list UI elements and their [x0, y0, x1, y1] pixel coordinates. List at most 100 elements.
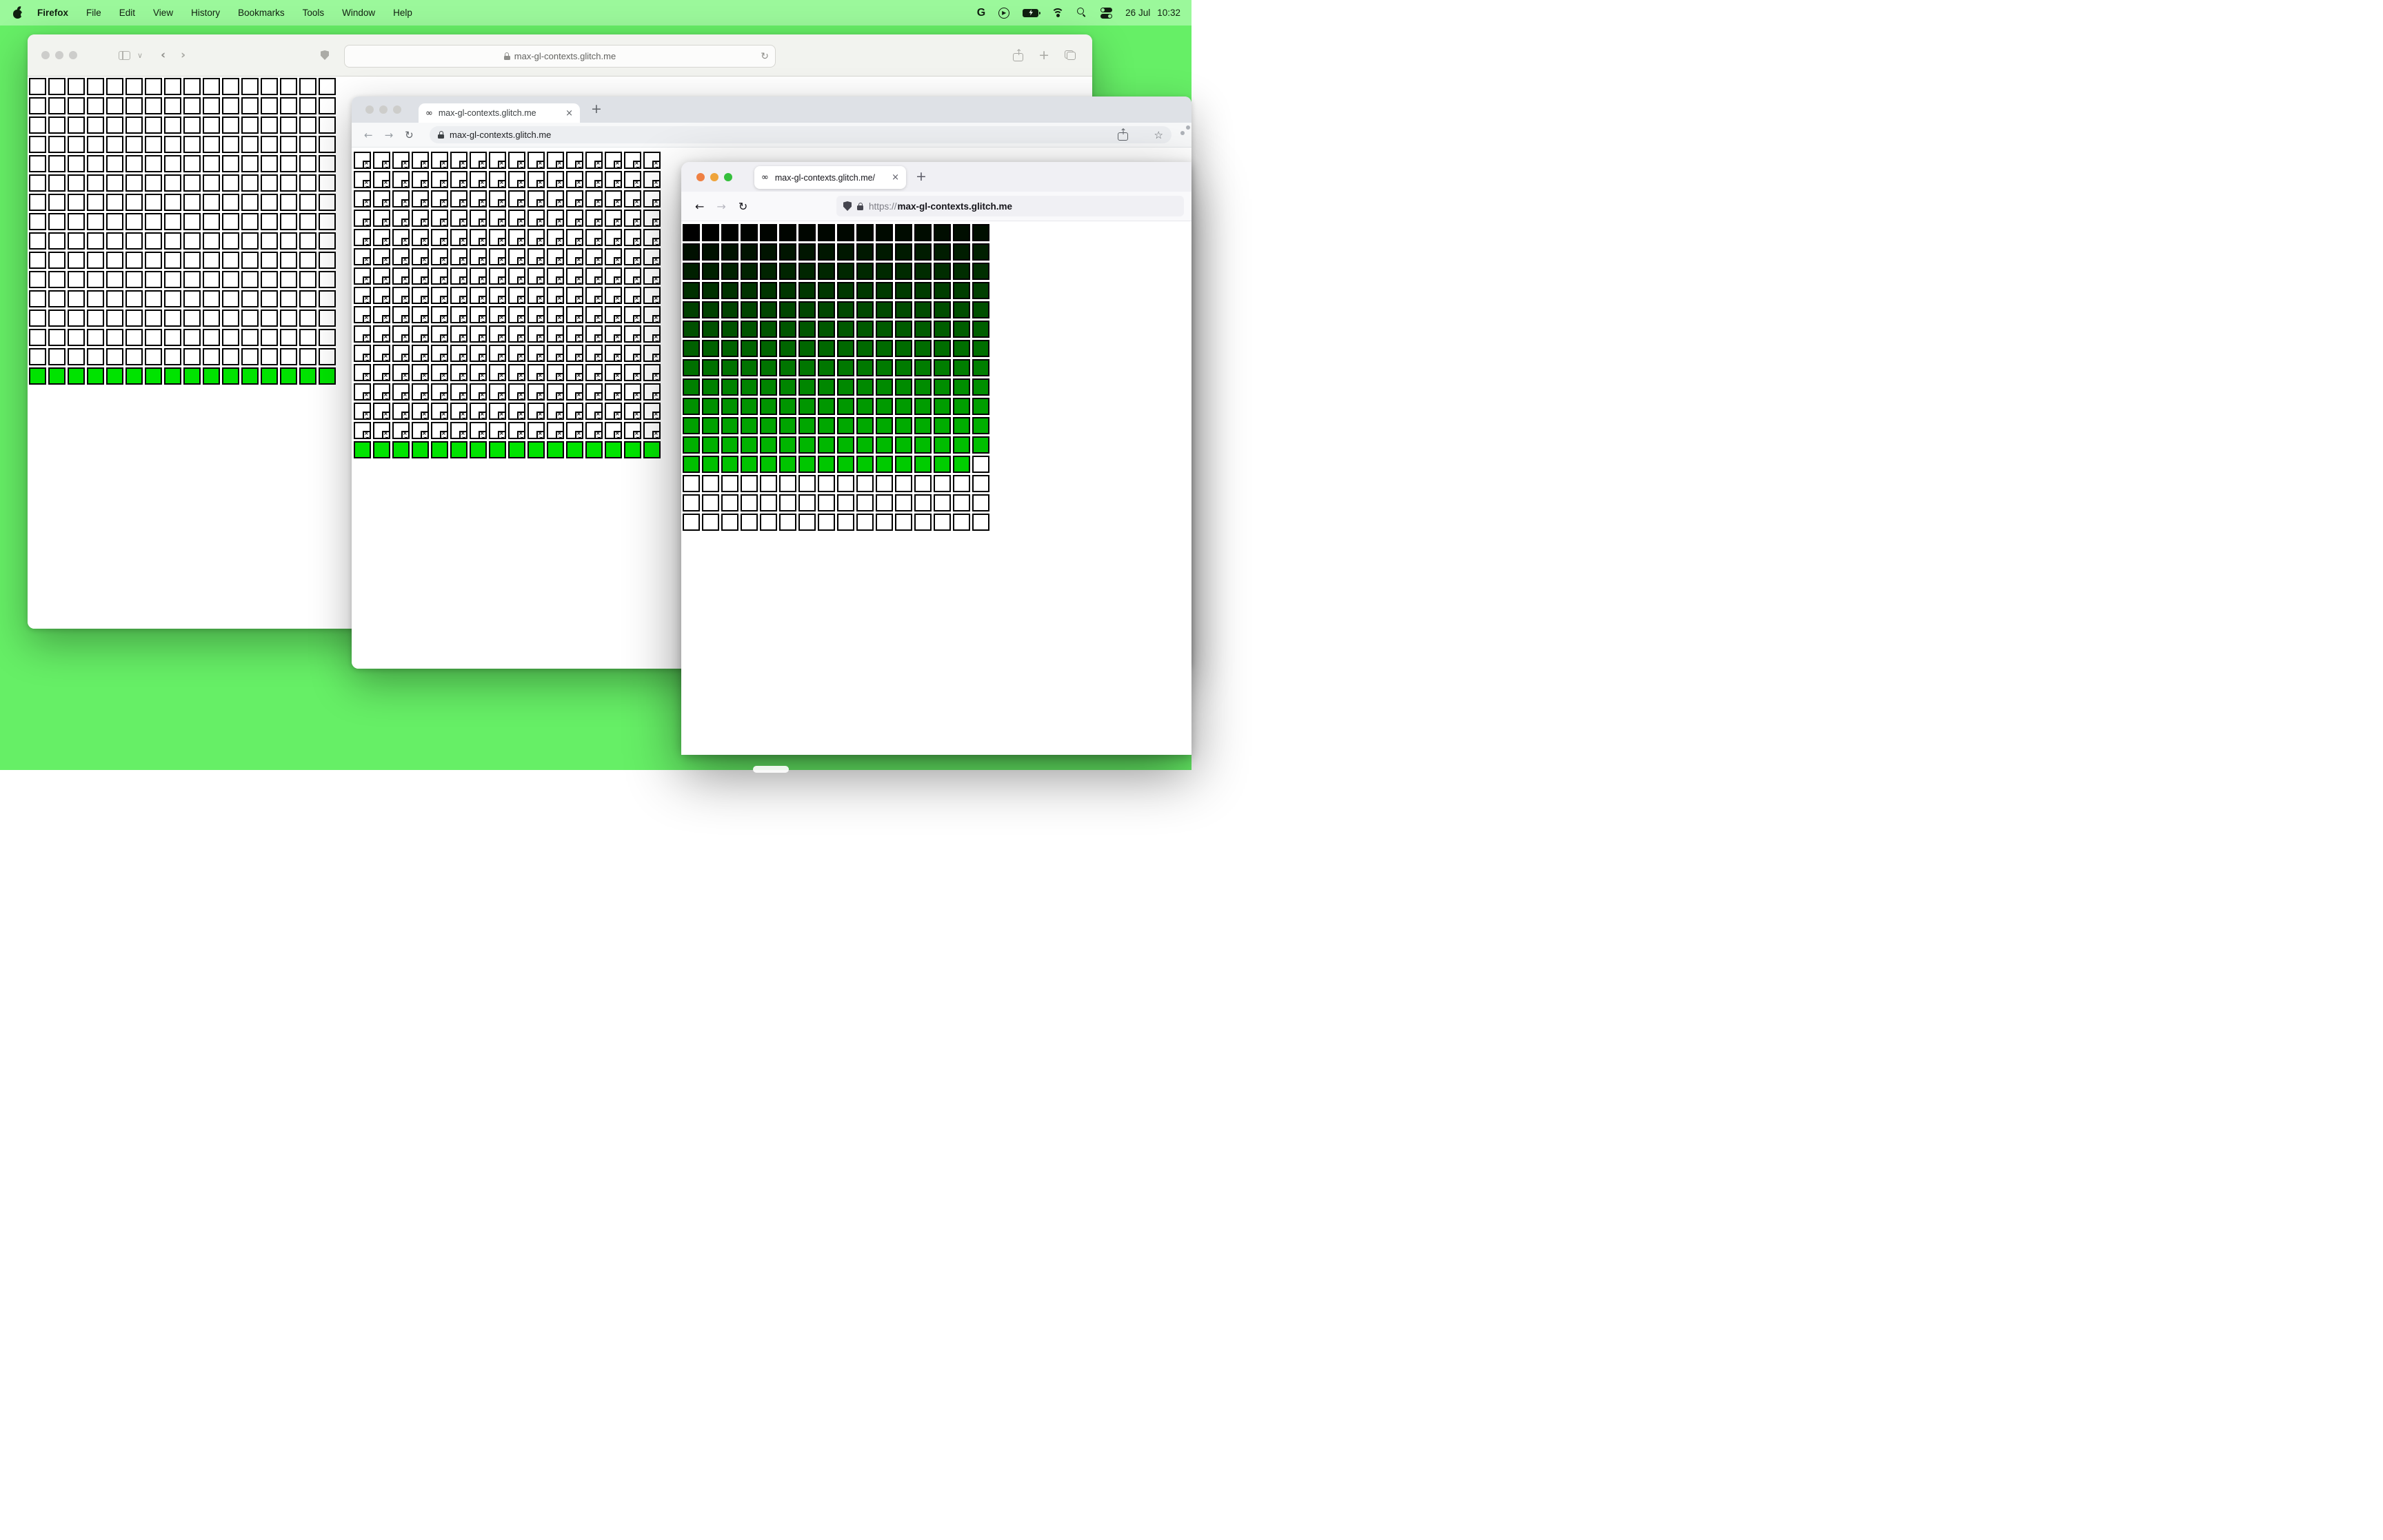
- gl-canvas-cell: [164, 290, 181, 307]
- menu-app-name[interactable]: Firefox: [28, 8, 77, 18]
- menu-item-help[interactable]: Help: [384, 8, 421, 18]
- broken-image-icon: ×: [517, 392, 525, 401]
- bookmark-star-icon[interactable]: ☆: [1154, 129, 1163, 141]
- back-button[interactable]: ‹: [161, 49, 165, 61]
- wifi-icon[interactable]: [1052, 8, 1065, 17]
- broken-image-icon: ×: [575, 238, 583, 246]
- menu-item-tools[interactable]: Tools: [294, 8, 334, 18]
- new-tab-button[interactable]: +: [591, 103, 602, 116]
- gl-canvas-cell: [299, 116, 316, 134]
- chrome-address-bar[interactable]: max-gl-contexts.glitch.me ↑ ☆: [430, 126, 1172, 143]
- gl-canvas-cell: [299, 136, 316, 153]
- gl-canvas-cell: [953, 243, 970, 261]
- gl-canvas-cell: ×: [373, 287, 390, 304]
- gl-canvas-cell: [934, 340, 951, 357]
- gl-canvas-cell: [203, 116, 220, 134]
- back-button[interactable]: ←: [364, 129, 373, 141]
- chevron-down-icon[interactable]: ∨: [137, 52, 143, 59]
- close-button[interactable]: [365, 105, 374, 114]
- reload-icon[interactable]: ↻: [761, 51, 769, 62]
- new-tab-button[interactable]: +: [916, 170, 927, 183]
- minimize-button[interactable]: [379, 105, 388, 114]
- forward-button[interactable]: →: [385, 129, 394, 141]
- chrome-tab-strip[interactable]: ∞ max-gl-contexts.glitch.me × +: [352, 97, 1192, 123]
- gl-canvas-cell: ×: [373, 403, 390, 420]
- battery-icon[interactable]: [1023, 8, 1041, 17]
- menu-item-file[interactable]: File: [77, 8, 110, 18]
- gl-canvas-cell: ×: [354, 345, 371, 362]
- sidebar-toggle-icon[interactable]: [119, 50, 130, 60]
- gl-canvas-cell: ×: [643, 152, 661, 169]
- broken-image-icon: ×: [382, 315, 390, 323]
- chrome-tab[interactable]: ∞ max-gl-contexts.glitch.me ×: [419, 103, 580, 123]
- broken-image-icon: ×: [594, 219, 603, 227]
- gl-canvas-cell: [299, 290, 316, 307]
- apple-menu-icon[interactable]: [12, 6, 26, 19]
- reload-button[interactable]: ↻: [405, 129, 414, 141]
- gl-canvas-cell: [856, 263, 874, 280]
- close-button[interactable]: [696, 172, 705, 181]
- google-status-icon[interactable]: G: [977, 7, 985, 19]
- broken-image-icon: ×: [459, 257, 467, 265]
- gl-canvas-cell: ×: [566, 190, 583, 207]
- gl-canvas-cell: [373, 441, 390, 458]
- reload-button[interactable]: ↻: [738, 200, 747, 213]
- gl-canvas-cell: ×: [624, 287, 641, 304]
- gl-canvas-cell: ×: [508, 248, 525, 265]
- tab-overview-icon[interactable]: [1065, 50, 1076, 60]
- gl-canvas-cell: ×: [547, 403, 564, 420]
- menubar-clock[interactable]: 26 Jul 10:32: [1125, 8, 1180, 18]
- minimize-button[interactable]: [710, 172, 718, 181]
- broken-image-icon: ×: [575, 392, 583, 401]
- gl-canvas-cell: [299, 174, 316, 192]
- gl-canvas-cell: [721, 243, 738, 261]
- close-button[interactable]: [41, 51, 50, 59]
- gl-canvas-cell: [48, 329, 66, 346]
- broken-image-icon: ×: [614, 431, 622, 439]
- tab-close-icon[interactable]: ×: [565, 108, 573, 119]
- gl-canvas-cell: [450, 441, 467, 458]
- gl-canvas-cell: [876, 378, 893, 396]
- gl-canvas-cell: ×: [354, 287, 371, 304]
- firefox-address-bar[interactable]: https:// max-gl-contexts.glitch.me: [836, 196, 1184, 216]
- gl-canvas-cell: [222, 367, 239, 385]
- gl-canvas-cell: [934, 282, 951, 299]
- extensions-puzzle-icon[interactable]: [1183, 128, 1196, 141]
- zoom-button[interactable]: [393, 105, 401, 114]
- tab-close-icon[interactable]: ×: [892, 172, 899, 183]
- zoom-button[interactable]: [69, 51, 77, 59]
- share-icon[interactable]: ↑: [1013, 48, 1024, 61]
- broken-image-icon: ×: [614, 373, 622, 381]
- gl-canvas-cell: [222, 252, 239, 269]
- safari-toolbar[interactable]: ∨ ‹ › max-gl-contexts.glitch.me ↻ ↑ +: [28, 34, 1092, 77]
- back-button[interactable]: ←: [695, 200, 704, 213]
- forward-button[interactable]: ›: [181, 49, 185, 61]
- gl-canvas-cell: [261, 116, 278, 134]
- safari-address-bar[interactable]: max-gl-contexts.glitch.me ↻: [344, 45, 776, 68]
- gl-canvas-cell: [876, 494, 893, 511]
- zoom-button[interactable]: [724, 172, 732, 181]
- gl-canvas-cell: [241, 348, 259, 365]
- menu-item-edit[interactable]: Edit: [110, 8, 144, 18]
- menu-item-bookmarks[interactable]: Bookmarks: [229, 8, 294, 18]
- tracking-shield-icon[interactable]: [843, 201, 852, 211]
- broken-image-icon: ×: [652, 276, 661, 285]
- firefox-tab-bar[interactable]: ∞ max-gl-contexts.glitch.me/ × +: [681, 162, 1192, 192]
- gl-canvas-cell: [299, 78, 316, 95]
- spotlight-search-icon[interactable]: [1077, 8, 1087, 18]
- control-center-icon[interactable]: [1100, 7, 1113, 19]
- menu-item-window[interactable]: Window: [333, 8, 384, 18]
- gl-canvas-cell: ×: [643, 325, 661, 343]
- broken-image-icon: ×: [363, 161, 371, 169]
- privacy-shield-icon[interactable]: [321, 50, 329, 60]
- menu-item-view[interactable]: View: [144, 8, 182, 18]
- play-status-icon[interactable]: ▶: [998, 7, 1010, 19]
- firefox-tab[interactable]: ∞ max-gl-contexts.glitch.me/ ×: [754, 166, 906, 189]
- forward-button[interactable]: →: [716, 200, 725, 213]
- new-tab-icon[interactable]: +: [1038, 48, 1049, 62]
- gl-canvas-cell: ×: [547, 171, 564, 188]
- gl-canvas-cell: [760, 398, 777, 415]
- menu-item-history[interactable]: History: [182, 8, 229, 18]
- minimize-button[interactable]: [55, 51, 63, 59]
- share-icon[interactable]: ↑: [1117, 128, 1128, 141]
